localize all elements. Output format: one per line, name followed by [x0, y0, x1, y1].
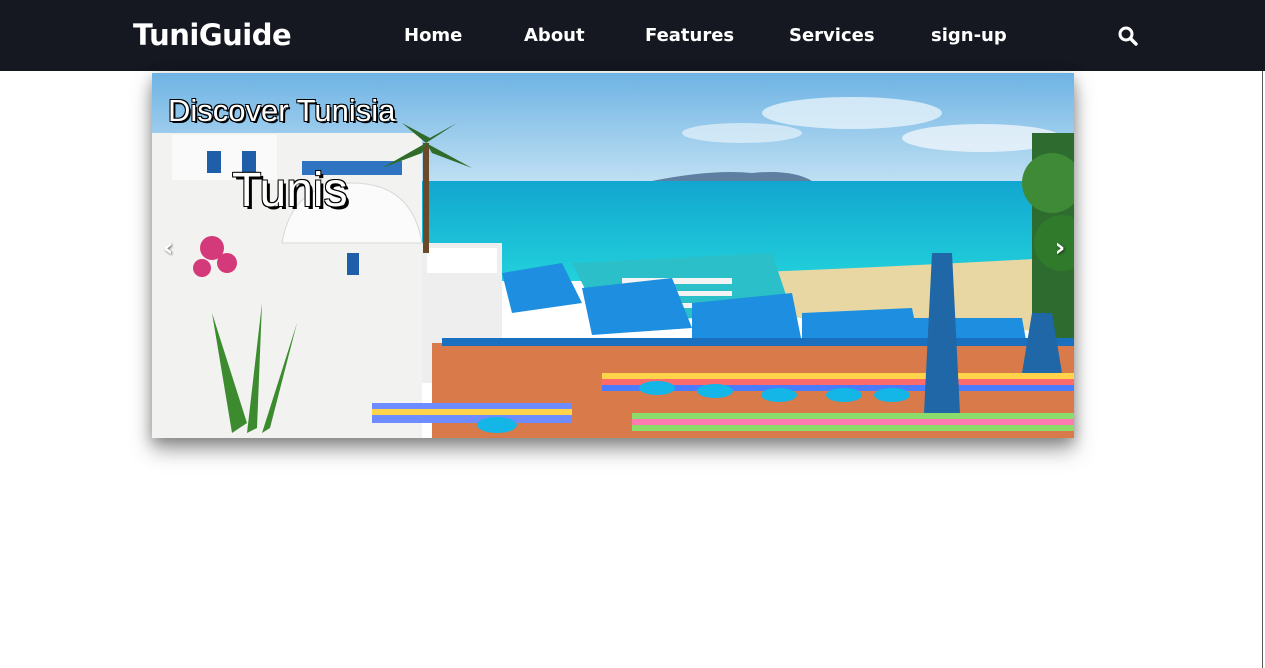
top-navbar: TuniGuide Home About Features Services s…	[0, 0, 1265, 71]
chevron-right-icon: ›	[1054, 233, 1066, 263]
search-icon	[1118, 26, 1138, 46]
nav-item-about[interactable]: About	[524, 24, 585, 48]
brand-logo[interactable]: TuniGuide	[133, 17, 292, 53]
nav-item-services[interactable]: Services	[789, 24, 875, 48]
page-scroll-edge	[1262, 71, 1263, 668]
search-button[interactable]	[1116, 24, 1140, 48]
nav-item-home[interactable]: Home	[404, 24, 462, 48]
slider-prev-button[interactable]: ‹	[156, 233, 180, 263]
slide-city-title: Tunis	[232, 164, 348, 217]
chevron-left-icon: ‹	[162, 233, 174, 263]
nav-item-features[interactable]: Features	[645, 24, 734, 48]
nav-item-sign-up[interactable]: sign-up	[931, 24, 1007, 48]
hero-slider: Discover Tunisia Tunis ‹ ›	[152, 73, 1074, 438]
slider-next-button[interactable]: ›	[1048, 233, 1072, 263]
slide-tagline: Discover Tunisia	[168, 93, 396, 128]
